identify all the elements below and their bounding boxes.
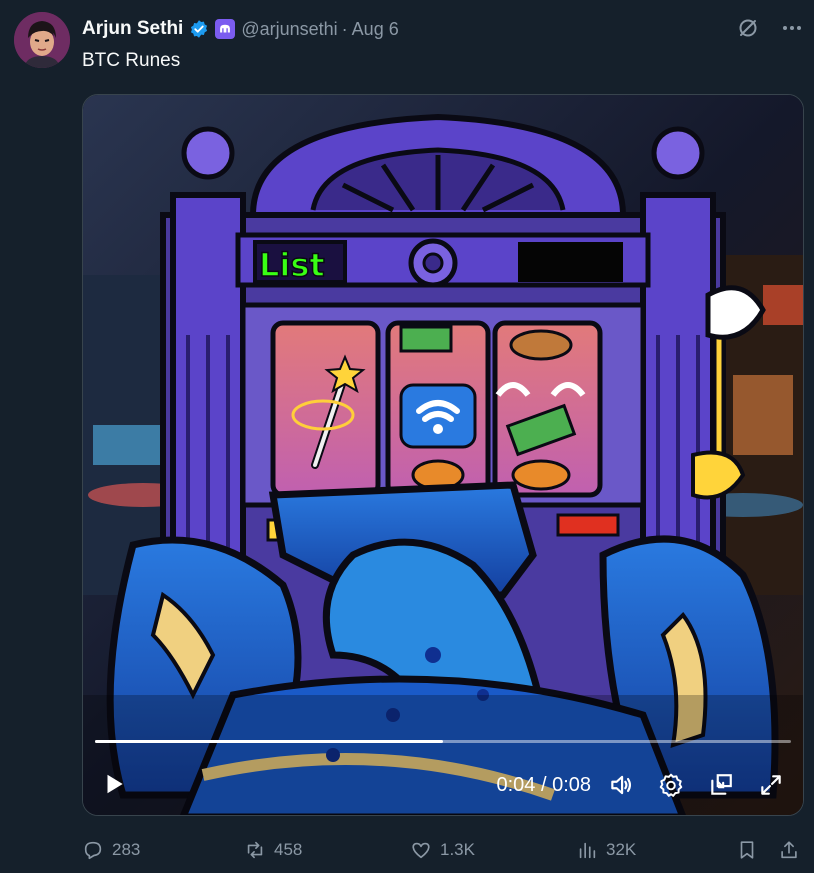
reply-button[interactable]: 283 [82, 834, 140, 866]
bookmark-button[interactable] [736, 834, 758, 866]
settings-icon[interactable] [655, 769, 687, 801]
play-icon[interactable] [97, 767, 131, 801]
repost-button[interactable]: 458 [244, 834, 302, 866]
views-button[interactable]: 32K [576, 834, 636, 866]
like-count: 1.3K [440, 840, 475, 859]
repost-count: 458 [274, 840, 303, 859]
tweet-top-actions [736, 16, 804, 40]
author-name[interactable]: Arjun Sethi [82, 18, 183, 40]
reply-icon [82, 839, 104, 861]
header-separator: · [341, 18, 348, 39]
like-button[interactable]: 1.3K [410, 834, 475, 866]
repost-icon [244, 839, 266, 861]
tweet-text: BTC Runes [82, 50, 181, 71]
machine-sign-text: List [259, 246, 325, 284]
tweet-actions: 283 458 1.3K 32K [82, 834, 802, 866]
verified-badge-icon[interactable] [189, 19, 209, 39]
grok-icon[interactable] [736, 16, 760, 40]
volume-icon[interactable] [605, 769, 637, 801]
share-button[interactable] [778, 834, 800, 866]
tweet-date[interactable]: Aug 6 [352, 19, 399, 40]
reply-count: 283 [112, 840, 141, 859]
fullscreen-icon[interactable] [755, 769, 787, 801]
share-icon [778, 839, 800, 861]
affiliate-badge-icon[interactable] [215, 19, 236, 39]
more-icon[interactable] [780, 16, 804, 40]
tweet-header: Arjun Sethi @arjunsethi · Aug 6 [82, 16, 399, 42]
video-time-display: 0:04 / 0:08 [496, 774, 591, 796]
video-progress-fill [95, 740, 443, 743]
bookmark-icon [736, 839, 758, 861]
views-icon [576, 839, 598, 861]
video-player[interactable]: List 0:04 / 0:08 [82, 94, 804, 816]
picture-in-picture-icon[interactable] [705, 769, 737, 801]
author-handle[interactable]: @arjunsethi [241, 19, 337, 40]
author-avatar[interactable] [14, 12, 70, 68]
like-icon [410, 839, 432, 861]
video-controls: 0:04 / 0:08 [83, 751, 803, 815]
slot-machine-video-frame: List [83, 95, 803, 815]
views-count: 32K [606, 840, 637, 859]
video-progress-bar[interactable] [95, 740, 791, 743]
